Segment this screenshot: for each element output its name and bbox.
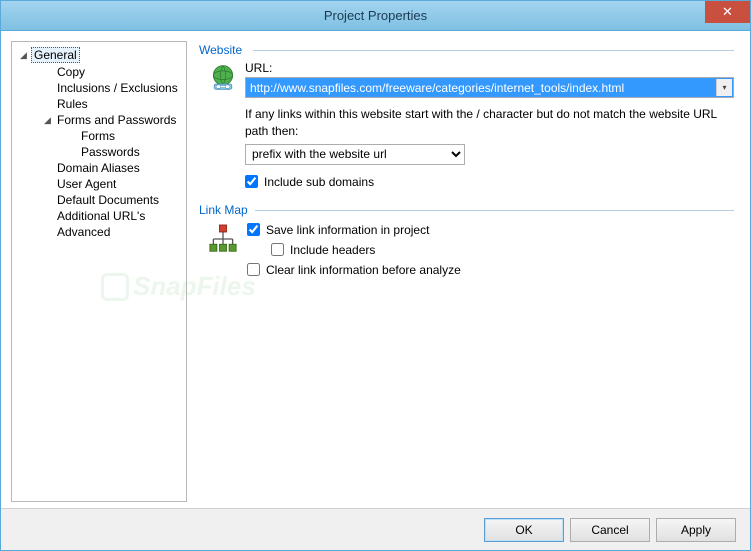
tree-expander-icon <box>42 211 53 222</box>
tree-item[interactable]: Forms <box>14 128 184 144</box>
tree-item[interactable]: Additional URL's <box>14 208 184 224</box>
dialog-footer: OK Cancel Apply <box>1 508 750 550</box>
tree-item[interactable]: Default Documents <box>14 192 184 208</box>
ok-button[interactable]: OK <box>484 518 564 542</box>
tree-expander-icon <box>66 147 77 158</box>
close-button[interactable]: ✕ <box>705 1 750 23</box>
chevron-down-icon[interactable]: ▾ <box>716 79 732 96</box>
tree-item[interactable]: Rules <box>14 96 184 112</box>
tree-expander-icon <box>42 99 53 110</box>
tree-item-label: Inclusions / Exclusions <box>55 81 180 95</box>
content-area: SnapFiles ◢GeneralCopyInclusions / Exclu… <box>1 31 750 508</box>
tree-item-label: Domain Aliases <box>55 161 142 175</box>
dialog-window: Project Properties ✕ SnapFiles ◢GeneralC… <box>0 0 751 551</box>
tree-item[interactable]: Copy <box>14 64 184 80</box>
tree-item-label: Passwords <box>79 145 142 159</box>
tree-expander-icon <box>42 179 53 190</box>
tree-expander-icon[interactable]: ◢ <box>42 115 53 126</box>
window-title: Project Properties <box>324 8 427 23</box>
tree-item-label: Default Documents <box>55 193 161 207</box>
tree-item[interactable]: Advanced <box>14 224 184 240</box>
tree-item[interactable]: Passwords <box>14 144 184 160</box>
url-input[interactable] <box>245 77 734 98</box>
tree-item-label: Advanced <box>55 225 112 239</box>
tree-item[interactable]: Inclusions / Exclusions <box>14 80 184 96</box>
nav-tree[interactable]: ◢GeneralCopyInclusions / ExclusionsRules… <box>11 41 187 502</box>
website-section: URL: ▾ If any links within this website … <box>199 61 734 189</box>
tree-item[interactable]: Domain Aliases <box>14 160 184 176</box>
prefix-select[interactable]: prefix with the website url <box>245 144 465 165</box>
tree-expander-icon <box>66 131 77 142</box>
tree-item-label: Additional URL's <box>55 209 147 223</box>
include-subdomains-label[interactable]: Include sub domains <box>264 175 374 189</box>
clear-linkinfo-checkbox[interactable] <box>247 263 260 276</box>
settings-panel: Website URL: <box>193 41 740 502</box>
linkmap-section-header: Link Map <box>199 203 734 217</box>
tree-expander-icon <box>42 67 53 78</box>
cancel-button[interactable]: Cancel <box>570 518 650 542</box>
tree-item-label: User Agent <box>55 177 118 191</box>
tree-item-label: Forms <box>79 129 117 143</box>
tree-expander-icon[interactable]: ◢ <box>18 50 29 61</box>
include-subdomains-checkbox[interactable] <box>245 175 258 188</box>
tree-item[interactable]: User Agent <box>14 176 184 192</box>
tree-item-label: General <box>31 47 80 63</box>
tree-item-label: Rules <box>55 97 90 111</box>
tree-item[interactable]: ◢General <box>14 46 184 64</box>
tree-expander-icon <box>42 83 53 94</box>
save-linkinfo-label[interactable]: Save link information in project <box>266 223 429 237</box>
tree-item-label: Forms and Passwords <box>55 113 178 127</box>
tree-item[interactable]: ◢Forms and Passwords <box>14 112 184 128</box>
save-linkinfo-checkbox[interactable] <box>247 223 260 236</box>
linkmap-section: Save link information in project Include… <box>199 221 734 283</box>
include-headers-label[interactable]: Include headers <box>290 243 375 257</box>
close-icon: ✕ <box>722 4 733 20</box>
sitemap-icon <box>209 223 237 255</box>
tree-expander-icon <box>42 195 53 206</box>
titlebar: Project Properties ✕ <box>1 1 750 31</box>
apply-button[interactable]: Apply <box>656 518 736 542</box>
clear-linkinfo-label[interactable]: Clear link information before analyze <box>266 263 461 277</box>
website-section-header: Website <box>199 43 734 57</box>
tree-expander-icon <box>42 227 53 238</box>
include-headers-checkbox[interactable] <box>271 243 284 256</box>
prefix-info-text: If any links within this website start w… <box>245 106 734 140</box>
tree-item-label: Copy <box>55 65 87 79</box>
globe-icon <box>209 63 237 91</box>
tree-expander-icon <box>42 163 53 174</box>
url-label: URL: <box>245 61 734 75</box>
